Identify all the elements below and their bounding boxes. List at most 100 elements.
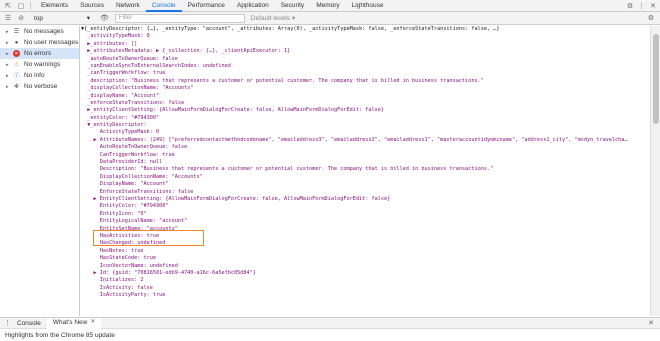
- sidebar-item-messages[interactable]: ▸ ☰ No messages: [0, 26, 79, 37]
- console-line: IsActivity: false: [81, 284, 153, 291]
- expand-caret-icon: ▸: [6, 50, 9, 57]
- console-line: _autoRouteToOwnerQueue: false: [81, 55, 178, 62]
- expand-caret-icon: ▸: [6, 61, 9, 68]
- tab-performance[interactable]: Performance: [182, 0, 231, 12]
- expand-caret-icon: ▸: [6, 28, 9, 35]
- sidebar-item-label: No verbose: [24, 83, 58, 90]
- console-line[interactable]: ▶_attributesMetadata: ▶ {_collection: {……: [81, 48, 650, 55]
- list-icon: ☰: [13, 29, 20, 35]
- sidebar-item-errors[interactable]: ▸ ✕ No errors: [0, 48, 79, 59]
- console-line[interactable]: ▶ Id: {guid: "70816501-edb9-4740-a16c-6a…: [81, 270, 650, 277]
- console-line: _entityColor: "#794300": [81, 114, 160, 121]
- console-line: DataProviderId: null: [81, 159, 163, 166]
- clear-console-icon[interactable]: ⊘: [16, 13, 26, 23]
- close-drawer-icon[interactable]: ✕: [648, 319, 660, 327]
- console-line[interactable]: ▼{_entityDescriptor: {…}, _entityType: "…: [81, 26, 650, 33]
- warning-icon: ⚠: [13, 62, 20, 68]
- settings-gear-icon[interactable]: ⚙: [627, 2, 633, 10]
- drawer-menu-icon[interactable]: ⋮: [4, 319, 11, 327]
- sidebar-item-label: No messages: [24, 28, 64, 35]
- console-line[interactable]: ▼_entityDescriptor:: [81, 122, 650, 129]
- sidebar-item-label: No warnings: [24, 61, 61, 68]
- console-sidebar: ▸ ☰ No messages ▸ ● No user messages ▸ ✕…: [0, 26, 80, 316]
- filter-input[interactable]: [114, 13, 245, 23]
- sidebar-item-label: No info: [24, 72, 45, 79]
- console-line[interactable]: ▶ EntityClientSetting: {AllowMainFormDia…: [81, 196, 650, 203]
- console-line: DisplayCollectionName: "Accounts": [81, 173, 203, 180]
- console-line: EntityIcon: "0": [81, 210, 147, 217]
- console-line: IconVectorName: undefined: [81, 262, 178, 269]
- devtools-tab-bar: ⇱ ▢ Elements Sources Network Console Per…: [0, 0, 660, 12]
- expand-caret-icon: ▸: [6, 83, 9, 90]
- sidebar-item-warnings[interactable]: ▸ ⚠ No warnings: [0, 59, 79, 70]
- tab-elements[interactable]: Elements: [35, 0, 74, 12]
- sidebar-item-info[interactable]: ▸ ⓘ No info: [0, 70, 79, 81]
- drawer-tab-label: What's New: [52, 319, 88, 326]
- sidebar-item-label: No errors: [24, 50, 52, 57]
- chevron-down-icon: ▾: [291, 15, 296, 22]
- device-toolbar-icon[interactable]: ▢: [16, 1, 26, 11]
- console-line[interactable]: ▶_entityClientSetting: {AllowMainFormDia…: [81, 107, 650, 114]
- console-line: HasNotes: true: [81, 247, 144, 254]
- console-line: _canTriggerWorkflow: true: [81, 70, 166, 77]
- expand-caret-icon: ▸: [6, 72, 9, 79]
- info-icon: ⓘ: [13, 74, 20, 80]
- inspect-element-icon[interactable]: ⇱: [3, 1, 13, 11]
- context-selector[interactable]: top ▾: [32, 14, 92, 23]
- close-icon[interactable]: ✕: [650, 2, 656, 10]
- console-line: Description: "Business that represents a…: [81, 166, 494, 173]
- console-line: _canEnableSyncToExternalSearchIndex: und…: [81, 62, 231, 69]
- console-line-entity-logical-name: EntityLogicalName: "account": [81, 218, 188, 225]
- console-toolbar: ☰ ⊘ top ▾ 👁 Default levels ▾ ⚙: [0, 12, 660, 25]
- console-line[interactable]: ▶ AttributeNames: (249) ["preferredconta…: [81, 137, 650, 144]
- more-options-icon[interactable]: ⋮: [638, 2, 645, 10]
- tab-sources[interactable]: Sources: [74, 0, 110, 12]
- console-line: _displayCollectionName: "Accounts": [81, 85, 194, 92]
- console-line: _description: "Business that represents …: [81, 77, 484, 84]
- whats-new-headline: Highlights from the Chrome 85 update: [5, 331, 115, 339]
- expand-caret-icon: ▸: [6, 39, 9, 46]
- console-settings-gear-icon[interactable]: ⚙: [648, 14, 660, 22]
- sidebar-item-verbose[interactable]: ▸ ✻ No verbose: [0, 81, 79, 92]
- user-icon: ●: [14, 39, 19, 46]
- tab-console[interactable]: Console: [145, 0, 182, 12]
- console-line: IsActivityParty: true: [81, 292, 166, 299]
- scrollbar-thumb[interactable]: [653, 34, 659, 124]
- log-levels-dropdown[interactable]: Default levels ▾: [250, 14, 296, 23]
- sidebar-item-user-messages[interactable]: ▸ ● No user messages: [0, 37, 79, 48]
- tab-lighthouse[interactable]: Lighthouse: [346, 0, 390, 12]
- vertical-scrollbar[interactable]: [650, 26, 660, 316]
- console-output[interactable]: ▼{_entityDescriptor: {…}, _entityType: "…: [81, 26, 650, 316]
- drawer-tab-label: Console: [17, 319, 41, 327]
- chevron-down-icon: ▾: [86, 15, 90, 22]
- console-line: HasStateCode: true: [81, 255, 156, 262]
- drawer-tab-console[interactable]: Console: [11, 318, 47, 329]
- sidebar-item-label: No user messages: [24, 39, 79, 46]
- tab-application[interactable]: Application: [231, 0, 275, 12]
- levels-label: Default levels: [250, 14, 290, 22]
- console-line: DisplayName: "Account": [81, 181, 169, 188]
- tab-network[interactable]: Network: [110, 0, 146, 12]
- console-line: CanTriggerWorkflow: true: [81, 151, 175, 158]
- console-line: _enforceStateTransitions: false: [81, 99, 185, 106]
- drawer-tab-whats-new[interactable]: What's New ✕: [46, 317, 102, 329]
- highlight-annotation-box: [93, 230, 204, 246]
- console-line: ActivityTypeMask: 0: [81, 129, 160, 136]
- console-line: _displayName: "Account": [81, 92, 160, 99]
- drawer-tab-bar: ⋮ Console What's New ✕ ✕: [0, 317, 660, 329]
- live-expression-eye-icon[interactable]: 👁: [100, 14, 109, 22]
- tab-security[interactable]: Security: [275, 0, 310, 12]
- sidebar-toggle-icon[interactable]: ☰: [3, 13, 13, 23]
- console-line: Initializes: 2: [81, 277, 144, 284]
- console-line[interactable]: ▶_attributes: []: [81, 41, 650, 48]
- console-line: AutoRouteToOwnerQueue: false: [81, 144, 188, 151]
- close-tab-icon[interactable]: ✕: [90, 317, 95, 328]
- error-icon: ✕: [13, 50, 20, 57]
- bug-icon: ✻: [13, 84, 20, 90]
- drawer-content: Highlights from the Chrome 85 update: [0, 329, 660, 341]
- tab-memory[interactable]: Memory: [310, 0, 345, 12]
- console-line: _activityTypeMask: 0: [81, 33, 150, 40]
- console-line: EnforceStateTransitions: false: [81, 188, 194, 195]
- tabbar-actions: ⚙ ⋮ ✕: [627, 2, 660, 10]
- divider: [30, 1, 31, 10]
